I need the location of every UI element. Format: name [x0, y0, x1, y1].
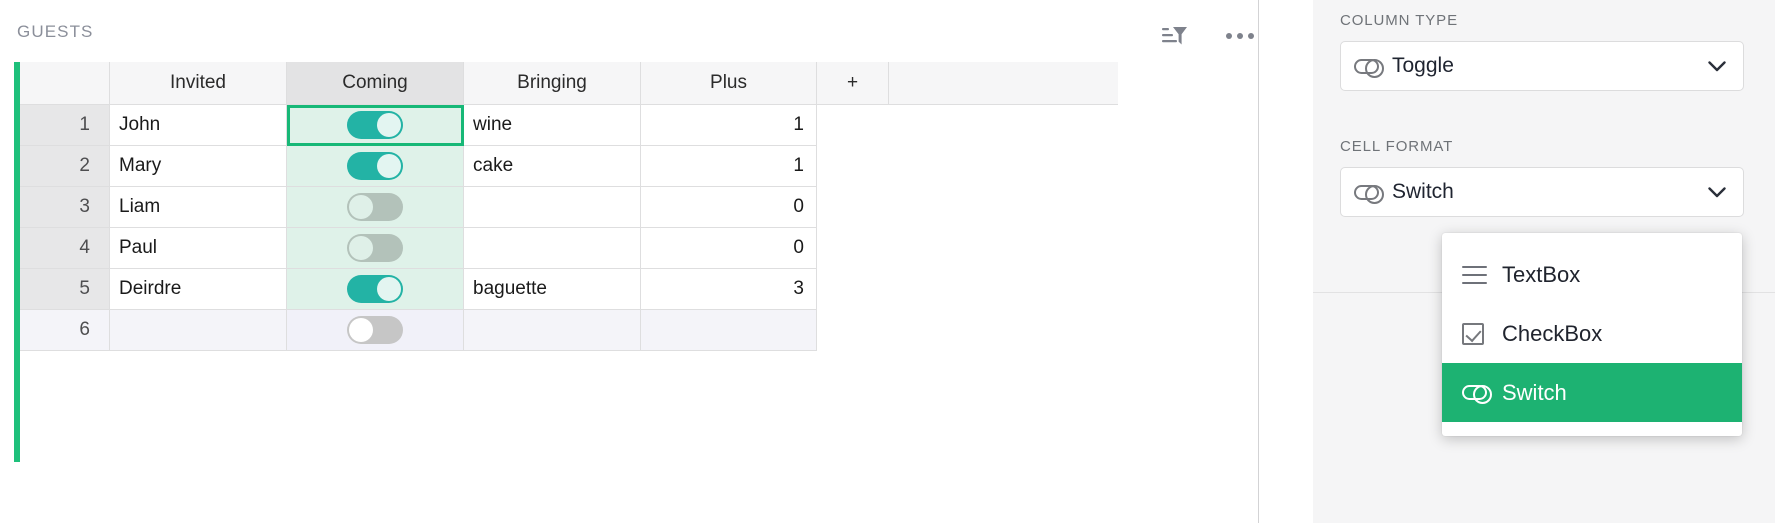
chevron-down-icon	[1704, 186, 1730, 198]
menu-item-label: CheckBox	[1502, 320, 1603, 346]
cell-plus[interactable]: 3	[641, 269, 817, 310]
row-number[interactable]: 1	[20, 105, 110, 146]
table-row: 1 John wine 1	[20, 105, 1118, 146]
column-header-filler	[889, 62, 1118, 105]
row-number[interactable]: 2	[20, 146, 110, 187]
toggle-knob	[377, 154, 401, 178]
cell-coming-toggle[interactable]	[287, 105, 464, 146]
column-type-select[interactable]: Toggle	[1340, 41, 1744, 91]
toggle-switch[interactable]	[347, 234, 403, 262]
cell-format-value: Switch	[1392, 180, 1454, 203]
cell-plus[interactable]: 1	[641, 146, 817, 187]
row-number[interactable]: 3	[20, 187, 110, 228]
menu-item-switch[interactable]: Switch	[1442, 363, 1742, 422]
table-row: 2 Mary cake 1	[20, 146, 1118, 187]
cell-invited[interactable]	[110, 310, 287, 351]
row-number[interactable]: 6	[20, 310, 110, 351]
cell-format-select[interactable]: Switch	[1340, 167, 1744, 217]
cell-bringing[interactable]	[464, 187, 641, 228]
toggle-switch[interactable]	[347, 193, 403, 221]
sheet-title: GUESTS	[17, 22, 94, 41]
cell-coming-toggle[interactable]	[287, 269, 464, 310]
switch-pill-icon	[1354, 184, 1388, 204]
column-type-label: COLUMN TYPE	[1340, 12, 1458, 29]
panel-divider	[1258, 0, 1259, 523]
toggle-knob	[349, 236, 373, 260]
menu-item-checkbox[interactable]: CheckBox	[1442, 304, 1742, 363]
more-horizontal-icon[interactable]	[1225, 22, 1255, 50]
table-row: 5 Deirdre baguette 3	[20, 269, 1118, 310]
grid-header-row: Invited Coming Bringing Plus +	[20, 62, 1118, 105]
table-row: 3 Liam 0	[20, 187, 1118, 228]
cell-format-dropdown-menu: TextBox CheckBox Switch	[1442, 233, 1742, 436]
cell-invited[interactable]: Paul	[110, 228, 287, 269]
toggle-switch[interactable]	[347, 111, 403, 139]
cell-invited[interactable]: Deirdre	[110, 269, 287, 310]
cell-coming-toggle[interactable]	[287, 310, 464, 351]
column-header-coming[interactable]: Coming	[287, 62, 464, 105]
toggle-switch[interactable]	[347, 316, 403, 344]
chevron-down-icon	[1704, 60, 1730, 72]
cell-plus[interactable]	[641, 310, 817, 351]
column-header-invited[interactable]: Invited	[110, 62, 287, 105]
row-number[interactable]: 4	[20, 228, 110, 269]
cell-invited[interactable]: Liam	[110, 187, 287, 228]
menu-item-label: Switch	[1502, 379, 1567, 405]
app-root: GUESTS Invited Coming Bringing Plus + 1 …	[0, 0, 1775, 523]
toggle-knob	[349, 318, 373, 342]
grid-toolbar: GUESTS	[0, 0, 1258, 62]
cell-format-label: CELL FORMAT	[1340, 138, 1454, 155]
checkbox-icon	[1462, 322, 1484, 345]
add-column-button[interactable]: +	[817, 62, 889, 105]
more-dots	[1226, 33, 1254, 39]
column-header-index	[20, 62, 110, 105]
cell-bringing[interactable]	[464, 310, 641, 351]
switch-pill-icon	[1354, 58, 1388, 78]
switch-pill-icon	[1462, 385, 1492, 404]
cell-invited[interactable]: Mary	[110, 146, 287, 187]
cell-bringing[interactable]: wine	[464, 105, 641, 146]
grid-body: 1 John wine 1 2 Mary cake 1 3 Liam 0 4 Paul 0 5 Deirdre…	[20, 105, 1118, 351]
cell-plus[interactable]: 0	[641, 228, 817, 269]
table-row: 4 Paul 0	[20, 228, 1118, 269]
panel-gap	[1259, 0, 1313, 523]
grid-pane: GUESTS Invited Coming Bringing Plus + 1 …	[0, 0, 1258, 523]
toggle-knob	[377, 277, 401, 301]
menu-item-icon	[1462, 265, 1502, 284]
lines-icon	[1462, 265, 1487, 284]
column-type-value: Toggle	[1392, 54, 1454, 77]
cell-bringing[interactable]: cake	[464, 146, 641, 187]
cell-invited[interactable]: John	[110, 105, 287, 146]
menu-item-textbox[interactable]: TextBox	[1442, 245, 1742, 304]
menu-item-icon	[1462, 385, 1502, 404]
cell-coming-toggle[interactable]	[287, 146, 464, 187]
table-row: 6	[20, 310, 1118, 351]
toggle-switch[interactable]	[347, 275, 403, 303]
toggle-switch[interactable]	[347, 152, 403, 180]
toggle-knob	[377, 113, 401, 137]
row-number[interactable]: 5	[20, 269, 110, 310]
column-header-bringing[interactable]: Bringing	[464, 62, 641, 105]
cell-coming-toggle[interactable]	[287, 228, 464, 269]
cell-bringing[interactable]	[464, 228, 641, 269]
filter-sort-icon[interactable]	[1160, 22, 1190, 50]
column-header-plus[interactable]: Plus	[641, 62, 817, 105]
menu-item-icon	[1462, 322, 1502, 345]
cell-plus[interactable]: 1	[641, 105, 817, 146]
cell-coming-toggle[interactable]	[287, 187, 464, 228]
menu-item-label: TextBox	[1502, 261, 1581, 287]
data-grid: Invited Coming Bringing Plus + 1 John wine…	[20, 62, 1118, 351]
cell-bringing[interactable]: baguette	[464, 269, 641, 310]
cell-plus[interactable]: 0	[641, 187, 817, 228]
toggle-knob	[349, 195, 373, 219]
